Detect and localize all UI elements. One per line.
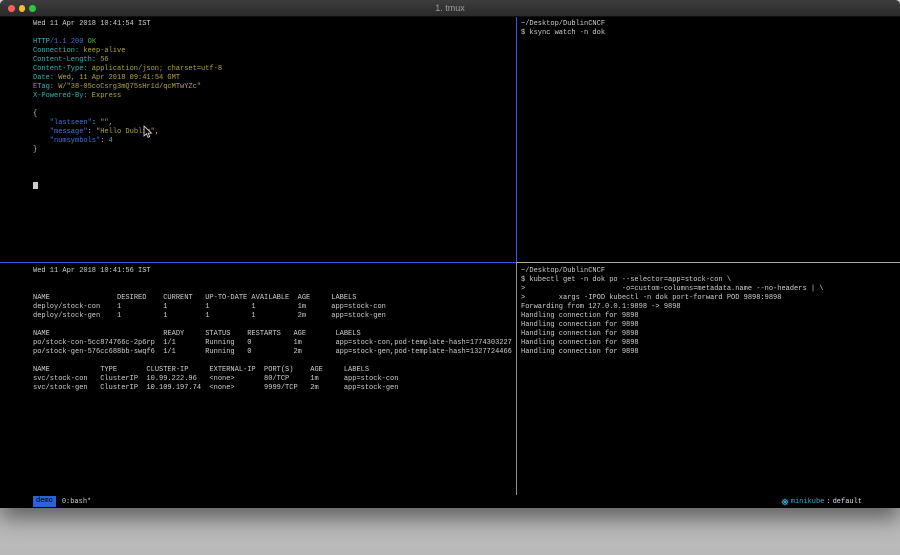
command-line: $ ksync watch -n dok bbox=[521, 29, 896, 38]
deployments-table: NAME DESIRED CURRENT UP-TO-DATE AVAILABL… bbox=[33, 294, 516, 321]
kube-context: minikube bbox=[791, 498, 825, 506]
tmux-status-bar: demo 0:bash* minikube:default bbox=[0, 495, 900, 508]
http-proto: HTTP bbox=[33, 38, 50, 46]
window-titlebar[interactable]: 1. tmux bbox=[0, 0, 900, 17]
helm-wheel-icon bbox=[781, 498, 789, 506]
pane-ksync[interactable]: ~/Desktop/DublinCNCF $ ksync watch -n do… bbox=[521, 20, 896, 38]
mouse-cursor bbox=[143, 125, 153, 139]
pane-border-vertical-active[interactable] bbox=[516, 17, 517, 262]
http-header-line: X-Powered-By:Express bbox=[33, 92, 516, 101]
http-header-line: ETag:W/"38-05coCsrg3mQ75sHr1d/qcMTwYZc" bbox=[33, 83, 516, 92]
pane-port-forward[interactable]: ~/Desktop/DublinCNCF $ kubectl get -n do… bbox=[521, 267, 896, 357]
cwd-line: ~/Desktop/DublinCNCF bbox=[521, 20, 896, 29]
minimize-button[interactable] bbox=[19, 5, 26, 12]
terminal-window: 1. tmux Wed 11 Apr 2018 10:41:54 IST HTT… bbox=[0, 0, 900, 508]
http-header-line: Connection:keep-alive bbox=[33, 47, 516, 56]
timestamp-line: Wed 11 Apr 2018 10:41:54 IST bbox=[33, 20, 516, 29]
desktop-background: 1. tmux Wed 11 Apr 2018 10:41:54 IST HTT… bbox=[0, 0, 900, 555]
pane-kubectl-get[interactable]: Wed 11 Apr 2018 10:41:56 IST NAME DESIRE… bbox=[33, 267, 516, 393]
kube-separator: : bbox=[826, 498, 830, 506]
http-header-line: Content-Type:application/json; charset=u… bbox=[33, 65, 516, 74]
terminal-cursor bbox=[33, 182, 38, 189]
kube-namespace: default bbox=[833, 498, 862, 506]
kube-context-indicator: minikube:default bbox=[781, 498, 862, 506]
pane-border-vertical[interactable] bbox=[516, 262, 517, 495]
zoom-button[interactable] bbox=[29, 5, 36, 12]
timestamp-line: Wed 11 Apr 2018 10:41:56 IST bbox=[33, 267, 516, 276]
json-row: "lastseen": "", bbox=[33, 119, 516, 128]
http-status-line: HTTP/1.1 200 OK bbox=[33, 38, 516, 47]
cursor-line bbox=[33, 182, 516, 191]
traffic-lights bbox=[8, 5, 36, 12]
json-row: "message": "Hello Dublin", bbox=[33, 128, 516, 137]
pane-http-response[interactable]: Wed 11 Apr 2018 10:41:54 IST HTTP/1.1 20… bbox=[33, 20, 516, 191]
json-open-brace: { bbox=[33, 110, 516, 119]
port-forward-output: $ kubectl get -n dok po --selector=app=s… bbox=[521, 276, 896, 357]
pods-table: NAME READY STATUS RESTARTS AGE LABELS po… bbox=[33, 330, 516, 357]
services-table: NAME TYPE CLUSTER-IP EXTERNAL-IP PORT(S)… bbox=[33, 366, 516, 393]
http-header-line: Content-Length:56 bbox=[33, 56, 516, 65]
pane-border-horizontal-active[interactable] bbox=[0, 262, 516, 263]
http-version-code: /1.1 200 bbox=[50, 38, 88, 46]
close-button[interactable] bbox=[8, 5, 15, 12]
http-reason: OK bbox=[88, 38, 96, 46]
json-row: "numsymbols": 4 bbox=[33, 137, 516, 146]
tmux-window-tab[interactable]: 0:bash* bbox=[62, 498, 91, 506]
tmux-terminal: Wed 11 Apr 2018 10:41:54 IST HTTP/1.1 20… bbox=[0, 17, 900, 495]
http-header-line: Date:Wed, 11 Apr 2018 09:41:54 GMT bbox=[33, 74, 516, 83]
cwd-line: ~/Desktop/DublinCNCF bbox=[521, 267, 896, 276]
tmux-session-name: demo bbox=[33, 496, 56, 507]
pane-border-horizontal[interactable] bbox=[517, 262, 900, 263]
json-close-brace: } bbox=[33, 146, 516, 155]
window-title: 1. tmux bbox=[0, 0, 900, 16]
